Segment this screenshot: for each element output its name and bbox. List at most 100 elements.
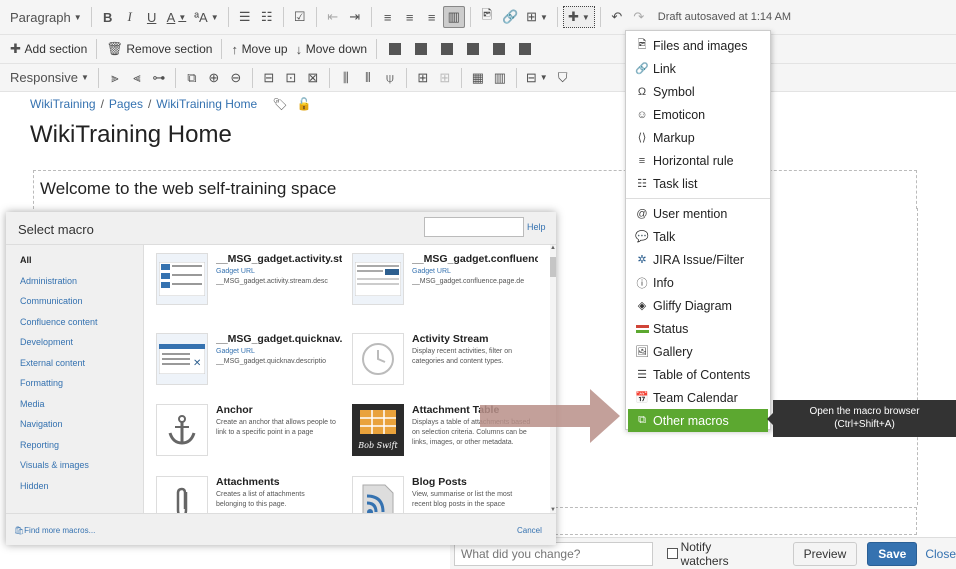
highlight-icon[interactable]: ⛉ — [552, 67, 574, 89]
layout-single-icon[interactable] — [389, 43, 402, 55]
menu-item-info[interactable]: ⓘ Info — [626, 271, 770, 294]
table-grid-icon[interactable]: ⊞ — [412, 67, 434, 89]
merge-cells-icon[interactable]: ⫼ — [335, 67, 357, 89]
image-icon[interactable]: 🖻 — [476, 6, 498, 28]
table-style-icon[interactable]: ⊟ ▼ — [522, 67, 552, 89]
menu-item-team-calendar[interactable]: 📅 Team Calendar — [626, 386, 770, 409]
delete-row-icon[interactable]: ⊶ — [148, 67, 170, 89]
menu-item-gallery[interactable]: 🖼 Gallery — [626, 340, 770, 363]
help-link[interactable]: Help — [527, 222, 546, 232]
macro-item[interactable]: Attachments Creates a list of attachment… — [144, 468, 340, 513]
paragraph-style-dropdown[interactable]: Paragraph ▼ — [6, 6, 86, 28]
menu-item-jira[interactable]: ✲ JIRA Issue/Filter — [626, 248, 770, 271]
menu-item-talk[interactable]: 💬 Talk — [626, 225, 770, 248]
remove-section-button[interactable]: 🗑 Remove section — [102, 38, 216, 60]
menu-item-markup[interactable]: ⟨⟩ Markup — [626, 126, 770, 149]
split-cells-icon[interactable]: ⫴ — [357, 67, 379, 89]
preview-button[interactable]: Preview — [792, 541, 858, 566]
category-item[interactable]: Administration — [20, 276, 143, 297]
category-item[interactable]: Hidden — [20, 481, 143, 502]
content-heading[interactable]: Welcome to the web self-training space — [33, 170, 917, 209]
menu-item-files-and-images[interactable]: 🖻 Files and images — [626, 34, 770, 57]
underline-button[interactable]: U — [141, 6, 163, 28]
breadcrumb-item[interactable]: WikiTraining — [30, 97, 96, 111]
menu-item-task-list[interactable]: ☷ Task list — [626, 172, 770, 195]
menu-item-horizontal-rule[interactable]: ≡ Horizontal rule — [626, 149, 770, 172]
align-right-icon[interactable]: ≡ — [421, 6, 443, 28]
category-item[interactable]: Formatting — [20, 378, 143, 399]
numbered-list-icon[interactable]: ☷ — [256, 6, 278, 28]
page-title[interactable]: WikiTraining Home — [30, 121, 232, 149]
macro-item[interactable]: Anchor Create an anchor that allows peop… — [144, 396, 340, 460]
layout-two-col-right-icon[interactable] — [467, 43, 480, 55]
insert-col-after-icon[interactable]: ⊡ — [280, 67, 302, 89]
header-col-icon[interactable]: ▥ — [489, 67, 511, 89]
add-section-button[interactable]: ✚ Add section — [6, 38, 91, 60]
layout-two-col-icon[interactable] — [415, 43, 428, 55]
breadcrumb-item[interactable]: WikiTraining Home — [156, 97, 257, 111]
formatting-button[interactable]: ªA ▼ — [190, 6, 222, 28]
cancel-link[interactable]: Cancel — [517, 526, 542, 535]
menu-item-table-of-contents[interactable]: ☰ Table of Contents — [626, 363, 770, 386]
menu-item-user-mention[interactable]: @ User mention — [626, 202, 770, 225]
copy-row-icon[interactable]: ⊕ — [203, 67, 225, 89]
notify-watchers-toggle[interactable]: Notify watchers — [667, 540, 759, 568]
category-item[interactable]: External content — [20, 358, 143, 379]
category-item[interactable]: Communication — [20, 296, 143, 317]
undo-icon[interactable]: ↶ — [606, 6, 628, 28]
category-item[interactable]: Development — [20, 337, 143, 358]
link-icon[interactable]: 🔗 — [498, 6, 522, 28]
macro-item[interactable]: __MSG_gadget.confluence Gadget URL __MSG_… — [340, 245, 538, 309]
insert-row-after-icon[interactable]: ⫷ — [126, 67, 148, 89]
page-layout-icon[interactable]: ▥ — [442, 6, 465, 28]
scroll-up-icon[interactable]: ▲ — [550, 245, 556, 251]
menu-item-symbol[interactable]: Ω Symbol — [626, 80, 770, 103]
insert-more-button[interactable]: ✚ ▼ — [562, 6, 595, 28]
paste-row-icon[interactable]: ⊖ — [225, 67, 247, 89]
macro-item[interactable]: ✕ __MSG_gadget.quicknav.ti Gadget URL __M… — [144, 325, 342, 389]
responsive-dropdown[interactable]: Responsive ▼ — [6, 67, 93, 89]
macro-item[interactable]: __MSG_gadget.activity.stre Gadget URL __M… — [144, 245, 342, 309]
layout-two-col-left-icon[interactable] — [441, 43, 454, 55]
align-left-icon[interactable]: ≡ — [377, 6, 399, 28]
indent-icon[interactable]: ⇥ — [344, 6, 366, 28]
category-item[interactable]: Visuals & images — [20, 460, 143, 481]
category-item[interactable]: Confluence content — [20, 317, 143, 338]
breadcrumb-item[interactable]: Pages — [109, 97, 143, 111]
save-button[interactable]: Save — [867, 541, 918, 566]
table-icon[interactable]: ⊞ ▼ — [522, 6, 552, 28]
find-more-macros-link[interactable]: 🛍Find more macros... — [14, 526, 95, 535]
insert-row-before-icon[interactable]: ⫸ — [104, 67, 126, 89]
delete-col-icon[interactable]: ⊠ — [302, 67, 324, 89]
menu-item-link[interactable]: 🔗 Link — [626, 57, 770, 80]
category-item[interactable]: Reporting — [20, 440, 143, 461]
menu-item-emoticon[interactable]: ☺ Emoticon — [626, 103, 770, 126]
task-list-icon[interactable]: ☑ — [289, 6, 311, 28]
header-row-icon[interactable]: ▦ — [467, 67, 489, 89]
category-item[interactable]: All — [20, 255, 143, 276]
close-link[interactable]: Close — [925, 547, 956, 561]
bullet-list-icon[interactable]: ☰ — [234, 6, 256, 28]
unlock-icon[interactable]: 🔓 — [296, 97, 311, 111]
outdent-icon[interactable]: ⇤ — [322, 6, 344, 28]
layout-three-col-icon[interactable] — [493, 43, 506, 55]
checkbox[interactable] — [667, 548, 678, 559]
table-grid-disabled-icon[interactable]: ⊞ — [434, 67, 456, 89]
menu-item-other-macros[interactable]: ⧉ Other macros — [628, 409, 768, 432]
category-item[interactable]: Navigation — [20, 419, 143, 440]
move-down-button[interactable]: ↓ Move down — [292, 38, 372, 60]
macro-item[interactable]: Activity Stream Display recent activitie… — [340, 325, 536, 389]
cell-props-icon[interactable]: ⍦ — [379, 67, 401, 89]
scrollbar-thumb[interactable] — [550, 257, 556, 277]
cut-row-icon[interactable]: ⧉ — [181, 67, 203, 89]
layout-three-col-sidebars-icon[interactable] — [519, 43, 532, 55]
text-color-button[interactable]: A ▼ — [163, 6, 191, 28]
italic-button[interactable]: I — [119, 6, 141, 28]
redo-icon[interactable]: ↷ — [628, 6, 650, 28]
macro-scrollbar[interactable]: ▲ ▼ — [550, 245, 556, 513]
bold-button[interactable]: B — [97, 6, 119, 28]
macro-search-input[interactable] — [424, 217, 524, 237]
change-comment-input[interactable] — [454, 541, 654, 566]
tag-icon[interactable]: 🏷 — [272, 97, 287, 111]
align-center-icon[interactable]: ≡ — [399, 6, 421, 28]
